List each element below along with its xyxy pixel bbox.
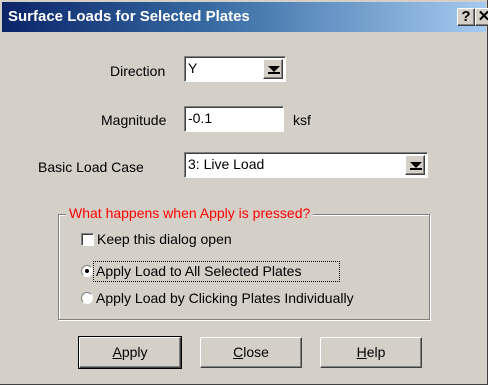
close-icon: ✕ — [477, 8, 488, 25]
window-title: Surface Loads for Selected Plates — [8, 8, 250, 25]
help-mnemonic: H — [356, 344, 367, 360]
radio-apply-all-label[interactable]: Apply Load to All Selected Plates — [96, 263, 301, 279]
close-label-rest: lose — [243, 344, 269, 360]
load-case-dropdown[interactable]: 3: Live Load — [184, 152, 428, 178]
load-case-value: 3: Live Load — [188, 156, 265, 172]
title-bar[interactable]: Surface Loads for Selected Plates ? ✕ — [2, 2, 488, 32]
keep-open-label[interactable]: Keep this dialog open — [97, 231, 232, 247]
dropdown-underline-icon — [410, 168, 422, 170]
direction-dropdown-button[interactable] — [263, 59, 283, 79]
direction-label: Direction — [110, 63, 166, 79]
close-mnemonic: C — [233, 344, 244, 360]
question-mark-icon: ? — [461, 8, 471, 25]
radio-apply-individually[interactable] — [81, 292, 93, 304]
radio-apply-all[interactable] — [81, 265, 93, 277]
surface-loads-dialog: Surface Loads for Selected Plates ? ✕ Di… — [0, 0, 488, 385]
radio-selected-dot — [85, 269, 89, 273]
apply-label-rest: pply — [121, 344, 148, 360]
apply-mnemonic: A — [112, 344, 122, 360]
direction-dropdown[interactable]: Y — [184, 56, 286, 82]
help-title-button[interactable]: ? — [457, 8, 475, 26]
help-button[interactable]: Help — [320, 337, 422, 368]
direction-value: Y — [188, 60, 198, 76]
group-title: What happens when Apply is pressed? — [66, 205, 314, 221]
magnitude-value: -0.1 — [188, 110, 213, 126]
radio-apply-individually-label[interactable]: Apply Load by Clicking Plates Individual… — [96, 290, 354, 306]
load-case-dropdown-button[interactable] — [405, 155, 425, 175]
close-title-button[interactable]: ✕ — [475, 8, 488, 26]
apply-button[interactable]: Apply — [78, 336, 182, 369]
help-label-rest: elp — [366, 344, 386, 360]
magnitude-unit: ksf — [293, 112, 311, 128]
dropdown-underline-icon — [268, 72, 280, 74]
close-button[interactable]: Close — [200, 337, 302, 368]
magnitude-input[interactable]: -0.1 — [184, 106, 284, 132]
keep-open-checkbox[interactable] — [81, 233, 94, 246]
magnitude-label: Magnitude — [101, 112, 167, 128]
load-case-label: Basic Load Case — [38, 159, 144, 175]
